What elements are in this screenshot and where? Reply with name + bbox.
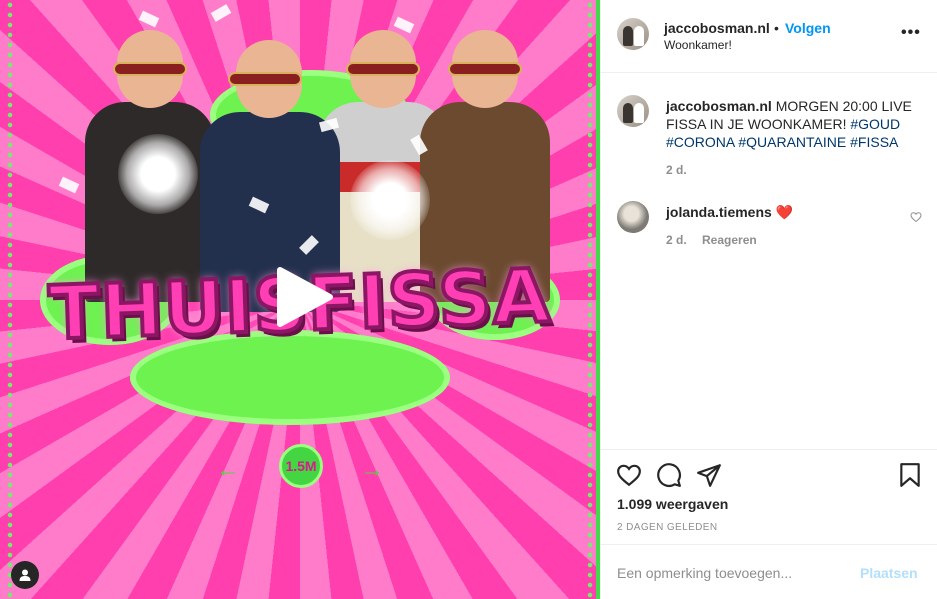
play-icon: [277, 267, 333, 327]
confetti: [210, 4, 232, 22]
comment-body: ❤️: [775, 204, 794, 220]
author-username[interactable]: jaccobosman.nl: [664, 20, 770, 36]
timestamp[interactable]: 2 d.: [666, 163, 687, 177]
comment-icon[interactable]: [656, 462, 682, 488]
like-comment-icon[interactable]: [910, 211, 922, 223]
timestamp[interactable]: 2 d.: [666, 233, 687, 247]
arrow-left-graphic: ←: [216, 456, 240, 483]
add-comment-form: Plaatsen: [601, 544, 937, 599]
follow-button[interactable]: Volgen: [785, 20, 831, 36]
comment-username[interactable]: jolanda.tiemens: [666, 204, 772, 220]
post-sidebar: jaccobosman.nl • Volgen Woonkamer! ••• j…: [600, 0, 937, 599]
decorative-dots: [6, 0, 14, 599]
caption: jaccobosman.nl MORGEN 20:00 LIVE FISSA I…: [617, 95, 927, 177]
arrow-right-graphic: →: [360, 456, 384, 483]
play-button[interactable]: [272, 266, 334, 328]
caption-text: jaccobosman.nl MORGEN 20:00 LIVE FISSA I…: [666, 97, 916, 151]
post-comment-button[interactable]: Plaatsen: [860, 565, 918, 581]
views-badge: 1.5M: [279, 444, 323, 488]
view-count[interactable]: 1.099 weergaven: [617, 496, 728, 512]
comments-list: jaccobosman.nl MORGEN 20:00 LIVE FISSA I…: [601, 73, 937, 448]
blurred-glare: [350, 160, 430, 240]
avatar[interactable]: [617, 95, 649, 127]
blurred-glare: [118, 134, 198, 214]
post-actions: 1.099 weergaven 2 DAGEN GELEDEN: [601, 449, 937, 544]
comment-meta: 2 d. Reageren: [666, 233, 757, 247]
user-tag-button[interactable]: [11, 561, 39, 589]
caption-username[interactable]: jaccobosman.nl: [666, 98, 772, 114]
post-date[interactable]: 2 DAGEN GELEDEN: [617, 522, 717, 533]
comment-item: jolanda.tiemens ❤️ 2 d. Reageren: [617, 201, 927, 251]
more-options-icon[interactable]: •••: [901, 24, 921, 42]
comment-text: jolanda.tiemens ❤️: [666, 203, 916, 221]
confetti: [138, 10, 160, 28]
avatar[interactable]: [617, 201, 649, 233]
hashtag-link[interactable]: #GOUD: [850, 116, 900, 132]
reply-button[interactable]: Reageren: [702, 233, 757, 247]
caption-meta: 2 d.: [666, 163, 687, 177]
hashtag-link[interactable]: #CORONA: [666, 134, 734, 150]
separator-dot: •: [774, 20, 779, 36]
share-icon[interactable]: [696, 462, 722, 488]
comment-input[interactable]: [617, 563, 847, 583]
hashtag-link[interactable]: #QUARANTAINE: [738, 134, 846, 150]
confetti: [58, 176, 80, 194]
user-tag-icon: [19, 569, 31, 581]
post-video[interactable]: THUISFISSA ← 1.5M →: [0, 0, 600, 599]
location-link[interactable]: Woonkamer!: [664, 38, 732, 52]
bookmark-icon[interactable]: [897, 462, 923, 488]
decorative-dots: [586, 0, 594, 599]
post-header: jaccobosman.nl • Volgen Woonkamer! •••: [601, 0, 937, 73]
hashtag-link[interactable]: #FISSA: [850, 134, 898, 150]
avatar[interactable]: [617, 18, 649, 50]
heart-icon[interactable]: [616, 462, 642, 488]
